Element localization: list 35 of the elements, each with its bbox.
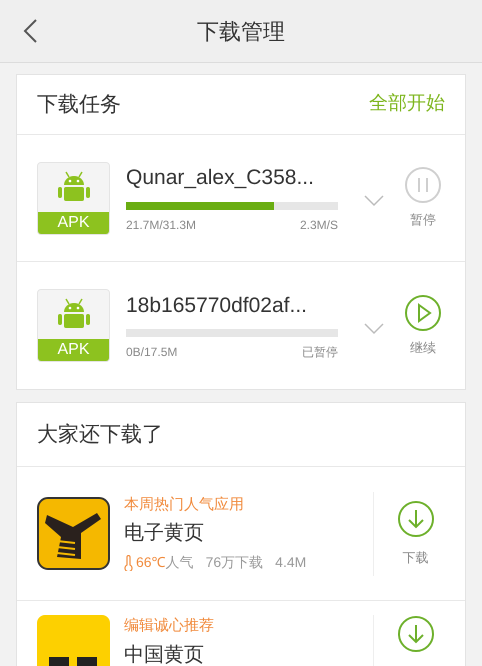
- apk-label: APK: [38, 212, 109, 234]
- download-count: 76万下载: [206, 553, 264, 572]
- app-icon: [37, 615, 110, 666]
- heat-value: 66℃: [136, 553, 166, 572]
- app-size: 4.4M: [275, 553, 306, 572]
- apk-label: APK: [38, 339, 109, 361]
- resume-label[interactable]: 继续: [410, 338, 436, 358]
- section-title: 下载任务: [37, 92, 121, 118]
- file-name: 18b165770df02af...: [126, 292, 308, 319]
- app-name: 中国黄页: [124, 642, 205, 666]
- section-title: 大家还下载了: [37, 422, 163, 448]
- download-icon[interactable]: [396, 500, 434, 538]
- app-tag: 本周热门人气应用: [124, 494, 306, 516]
- play-icon[interactable]: [404, 294, 442, 332]
- chevron-icon[interactable]: [364, 195, 384, 207]
- android-icon: [56, 298, 90, 330]
- status-text: 已暂停: [302, 344, 338, 362]
- page-title: 下载管理: [197, 18, 285, 46]
- size-text: 21.7M/31.3M: [126, 216, 196, 234]
- chevron-icon[interactable]: [364, 322, 384, 334]
- app-name: 电子黄页: [124, 521, 205, 546]
- start-all-link[interactable]: 全部开始: [369, 90, 445, 119]
- download-icon[interactable]: [396, 615, 434, 653]
- thermometer-icon: [124, 554, 133, 571]
- status-text: 2.3M/S: [300, 216, 338, 234]
- heat-label: 人气: [166, 553, 194, 572]
- back-icon[interactable]: [22, 18, 38, 44]
- app-icon: [37, 497, 110, 570]
- pause-label[interactable]: 暂停: [410, 210, 436, 230]
- app-tag: 编辑诚心推荐: [124, 615, 214, 638]
- file-name: Qunar_alex_C358...: [126, 165, 315, 192]
- download-label[interactable]: 下载: [402, 548, 428, 568]
- pause-icon[interactable]: [404, 166, 442, 204]
- android-icon: [56, 170, 90, 202]
- size-text: 0B/17.5M: [126, 344, 178, 362]
